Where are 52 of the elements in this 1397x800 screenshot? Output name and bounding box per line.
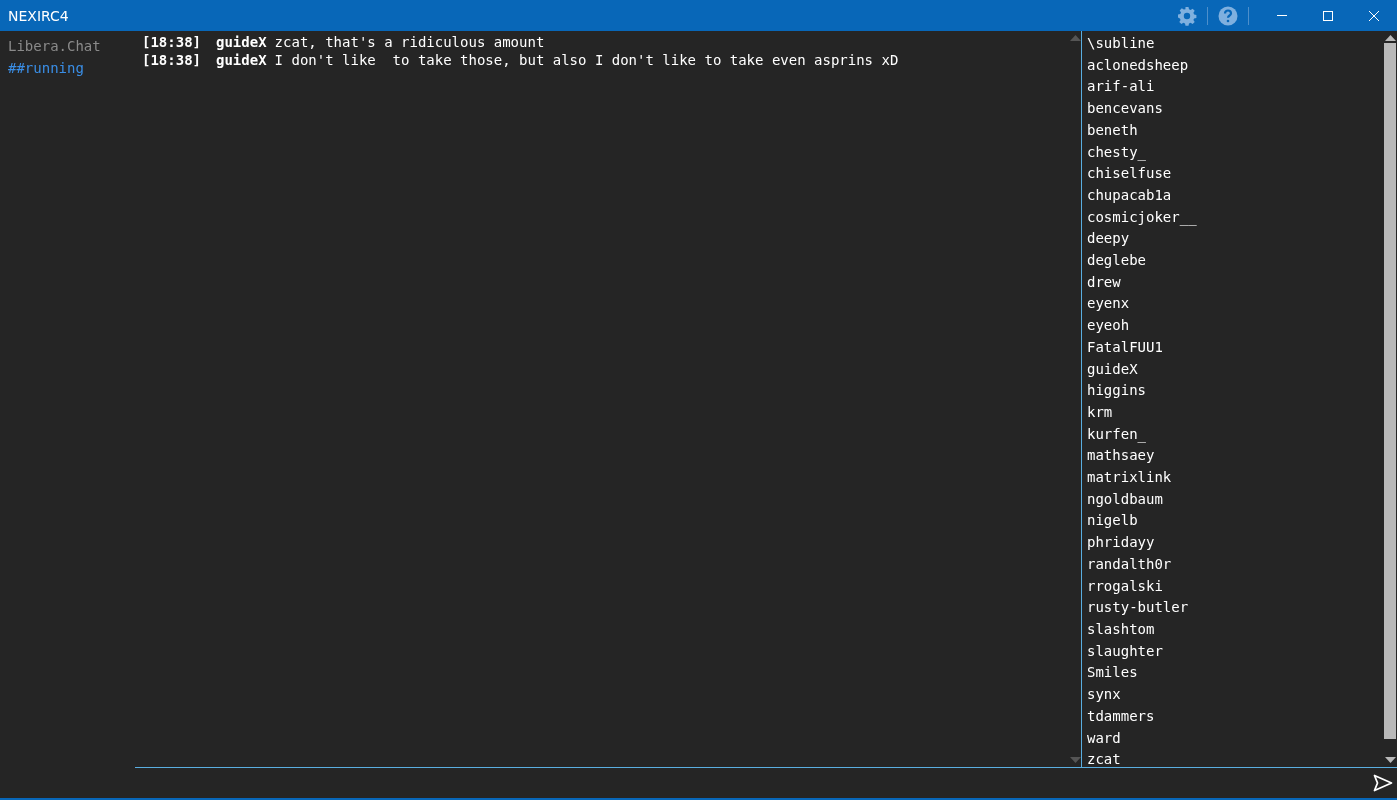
nick-item[interactable]: matrixlink (1087, 467, 1383, 489)
maximize-icon (1322, 9, 1334, 22)
nick-item[interactable]: eyeoh (1087, 315, 1383, 337)
message-text: I don't like to take those, but also I don't like to take even asprins xD (274, 51, 899, 69)
nick-item[interactable]: beneth (1087, 119, 1383, 142)
nick-item[interactable]: rrogalski (1087, 575, 1383, 598)
nick-item[interactable]: zcat (1087, 749, 1383, 771)
nick-item[interactable]: rusty-butler (1087, 597, 1383, 619)
nick-item[interactable]: phridayy (1087, 532, 1383, 554)
scroll-up-icon[interactable] (1384, 35, 1396, 41)
nick-item[interactable]: kurfen_ (1087, 423, 1383, 446)
message-nick: guideX (216, 51, 267, 69)
nick-item[interactable]: higgins (1087, 380, 1383, 402)
nick-item[interactable]: cosmicjoker__ (1087, 206, 1383, 229)
sidebar-item[interactable]: ##running (0, 57, 135, 79)
timestamp: [18:38] (142, 51, 201, 69)
window-title: NEXIRC4 (7, 7, 70, 24)
nick-item[interactable]: chesty_ (1087, 141, 1383, 164)
nick-item[interactable]: ward (1087, 727, 1383, 750)
nick-item[interactable]: arif-ali (1087, 76, 1383, 99)
timestamp: [18:38] (142, 33, 201, 51)
scrollbar-thumb[interactable] (1384, 43, 1396, 739)
nick-item[interactable]: synx (1087, 684, 1383, 706)
nick-item[interactable]: slashtom (1087, 619, 1383, 641)
message-text: zcat, that's a ridiculous amount (274, 33, 545, 51)
help-icon[interactable] (1218, 5, 1238, 26)
minimize-icon (1277, 15, 1287, 16)
nick-item[interactable]: randalth0r (1087, 553, 1383, 576)
nick-item[interactable]: tdammers (1087, 705, 1383, 728)
nick-item[interactable]: FatalFUU1 (1087, 336, 1383, 359)
nick-item[interactable]: chiselfuse (1087, 163, 1383, 185)
nick-item[interactable]: chupacab1a (1087, 184, 1383, 207)
nick-item[interactable]: Smiles (1087, 662, 1383, 685)
close-icon (1368, 9, 1380, 22)
nick-item[interactable]: bencevans (1087, 98, 1383, 120)
message-nick: guideX (216, 33, 267, 51)
sidebar-item[interactable]: Libera.Chat (0, 35, 135, 57)
settings-icon[interactable] (1177, 5, 1197, 26)
nick-item[interactable]: krm (1087, 401, 1383, 424)
nick-item[interactable]: \subline (1087, 33, 1383, 55)
scroll-down-icon[interactable] (1384, 757, 1396, 763)
nick-item[interactable]: deepy (1087, 228, 1383, 251)
nick-item[interactable]: slaughter (1087, 640, 1383, 663)
nick-item[interactable]: deglebe (1087, 250, 1383, 272)
nick-item[interactable]: eyenx (1087, 293, 1383, 316)
send-icon[interactable] (1373, 774, 1393, 792)
nick-item[interactable]: ngoldbaum (1087, 488, 1383, 511)
nick-item[interactable]: guideX (1087, 358, 1383, 381)
nick-item[interactable]: mathsaey (1087, 445, 1383, 468)
nick-item[interactable]: nigelb (1087, 510, 1383, 533)
nick-item[interactable]: aclonedsheep (1087, 54, 1383, 77)
nick-item[interactable]: drew (1087, 271, 1383, 294)
